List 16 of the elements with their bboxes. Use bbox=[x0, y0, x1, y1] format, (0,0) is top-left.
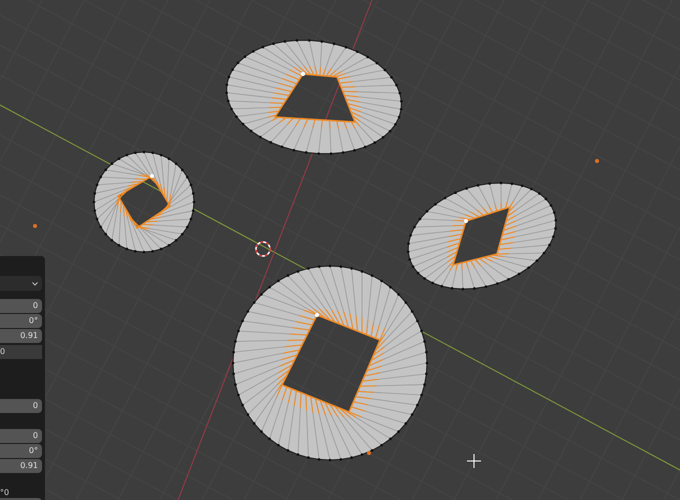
3d-cursor-icon bbox=[255, 241, 271, 257]
number-field[interactable]: 0 bbox=[0, 429, 42, 443]
number-field[interactable]: 0° bbox=[0, 314, 42, 328]
number-field[interactable]: 0.91 bbox=[0, 329, 42, 343]
value-text: 0 bbox=[0, 345, 42, 359]
origin-dot-icon bbox=[367, 451, 371, 455]
number-field[interactable]: 0 bbox=[0, 399, 42, 413]
number-field[interactable]: 0° bbox=[0, 444, 42, 458]
dropdown[interactable] bbox=[0, 276, 42, 291]
origin-dot-icon bbox=[33, 224, 37, 228]
chevron-down-icon bbox=[32, 282, 38, 286]
value-text: °0 bbox=[0, 488, 10, 497]
number-field[interactable]: 0.91 bbox=[0, 459, 42, 473]
crosshair-cursor-icon bbox=[466, 454, 482, 468]
number-field[interactable]: 0 bbox=[0, 299, 42, 313]
origin-dot-icon bbox=[595, 159, 599, 163]
